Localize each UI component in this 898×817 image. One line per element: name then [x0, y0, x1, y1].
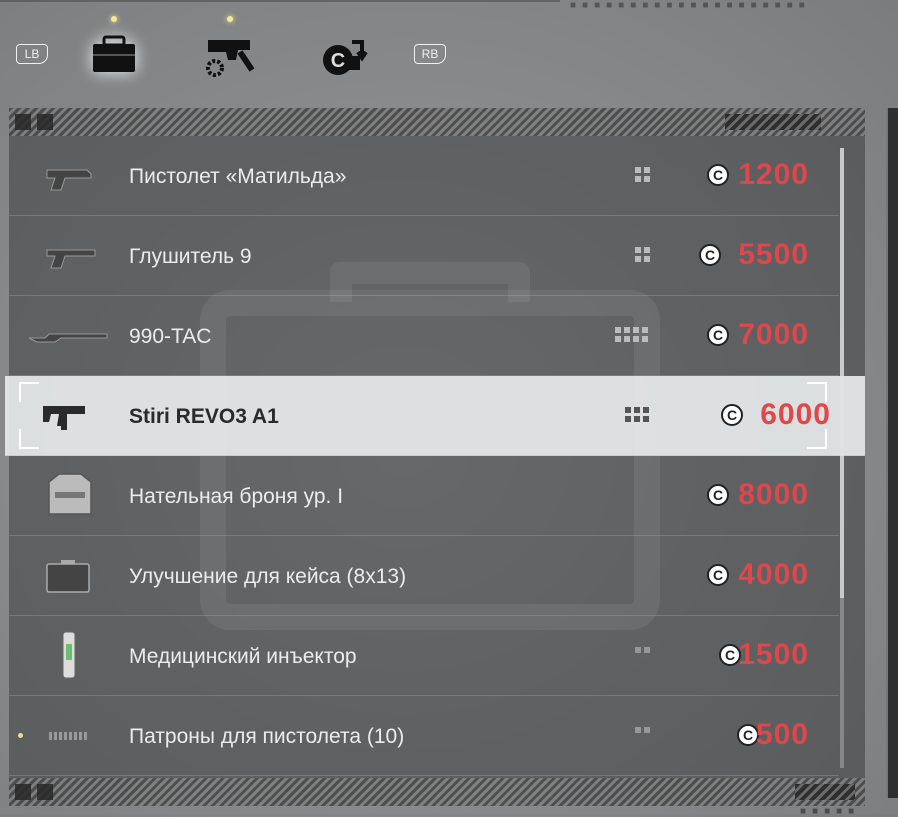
item-price: 1500 — [738, 638, 809, 671]
currency-exchange-icon: C — [323, 40, 368, 75]
grid-size-icon — [635, 167, 650, 182]
credit-coin-icon: C — [707, 324, 729, 346]
list-item[interactable]: Глушитель 9 C 5500 — [9, 216, 839, 296]
item-name: Нательная броня ур. I — [129, 485, 344, 508]
item-price: 1200 — [738, 158, 809, 191]
grid-size-icon — [635, 247, 650, 262]
rb-button-hint[interactable]: RB — [414, 44, 446, 64]
item-name: Улучшение для кейса (8x13) — [129, 565, 407, 588]
case-icon — [46, 560, 90, 593]
top-tab-bar: ■■■■■■■■■■■■■■■■■■■■ LB C RB — [0, 0, 898, 100]
grid-size-icon — [615, 327, 648, 342]
grid-size-icon — [635, 647, 650, 653]
item-name: Пистолет «Матильда» — [129, 165, 347, 188]
item-price: 4000 — [738, 558, 809, 591]
item-price: 6000 — [760, 398, 831, 431]
smg-icon — [43, 406, 85, 430]
list-item[interactable]: Пистолет «Матильда» C 1200 — [9, 136, 839, 216]
pistol-icon — [46, 169, 92, 191]
item-price: 7000 — [738, 318, 809, 351]
item-name: Глушитель 9 — [129, 245, 252, 268]
notice-dot — [227, 16, 233, 22]
silenced-pistol-icon — [46, 249, 96, 269]
ammo-icon — [49, 732, 87, 740]
list-item[interactable]: Улучшение для кейса (8x13) C 4000 — [9, 536, 839, 616]
credit-coin-icon: C — [707, 164, 729, 186]
credit-coin-icon: C — [721, 404, 743, 426]
item-name: Stiri REVO3 A1 — [129, 405, 279, 428]
notice-dot — [111, 16, 117, 22]
grid-size-icon — [625, 407, 649, 422]
credit-coin-icon: C — [699, 244, 721, 266]
briefcase-icon — [93, 35, 135, 72]
item-name: Патроны для пистолета (10) — [129, 725, 405, 748]
panel-header-bar — [9, 108, 865, 136]
tab-briefcase[interactable] — [84, 14, 144, 84]
item-price: 8000 — [738, 478, 809, 511]
item-price: 5500 — [738, 238, 809, 271]
list-item-selected[interactable]: Stiri REVO3 A1 C 6000 — [5, 376, 865, 456]
panel-footer-bar — [9, 778, 865, 806]
top-dots-decoration: ■■■■■■■■■■■■■■■■■■■■ — [570, 0, 811, 11]
item-price: 500 — [755, 718, 809, 751]
rifle-icon — [28, 333, 108, 343]
new-item-dot — [18, 733, 23, 738]
credit-coin-icon: C — [707, 564, 729, 586]
scrollbar-thumb[interactable] — [840, 148, 844, 598]
bottom-dots-decoration: ■■■■■ — [800, 806, 861, 817]
grid-size-icon — [635, 727, 650, 733]
tab-weapon-upgrade[interactable] — [200, 14, 260, 84]
list-item[interactable]: 990-TAC C 7000 — [9, 296, 839, 376]
svg-text:C: C — [331, 50, 345, 72]
scrollbar[interactable] — [840, 148, 844, 768]
side-panel-edge — [886, 108, 898, 798]
item-list: Пистолет «Матильда» C 1200 Глушитель 9 C… — [5, 136, 865, 776]
gun-upgrade-icon — [206, 40, 255, 77]
item-name: 990-TAC — [129, 325, 212, 348]
list-item[interactable]: Медицинский инъектор C 1500 — [9, 616, 839, 696]
list-item[interactable]: Нательная броня ур. I C 8000 — [9, 456, 839, 536]
item-name: Медицинский инъектор — [129, 645, 357, 668]
injector-icon — [62, 631, 76, 679]
tab-currency-exchange[interactable]: C — [314, 14, 374, 84]
lb-button-hint[interactable]: LB — [16, 44, 48, 64]
credit-coin-icon: C — [707, 484, 729, 506]
top-divider — [0, 0, 560, 2]
list-item[interactable]: Патроны для пистолета (10) C 500 — [9, 696, 839, 776]
body-armor-icon — [48, 473, 92, 515]
